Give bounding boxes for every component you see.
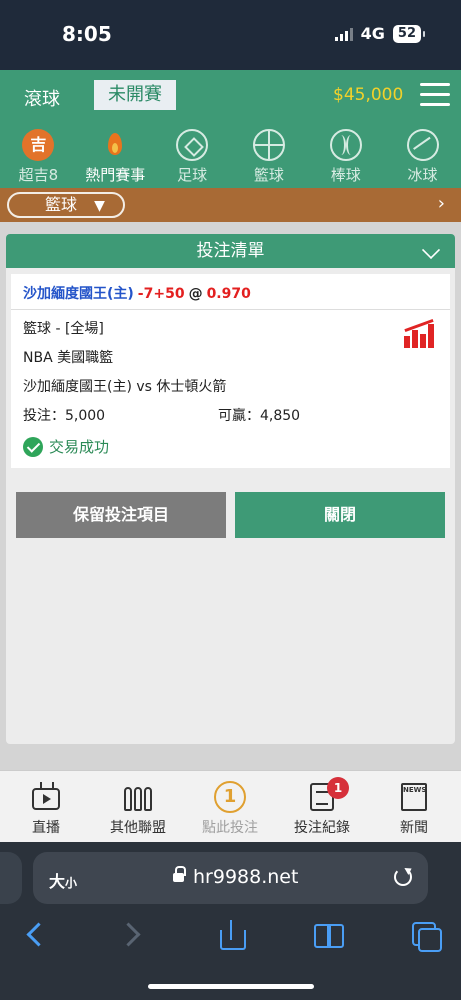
stats-chart-icon[interactable] (404, 320, 436, 348)
selection-at: @ (188, 286, 203, 302)
url-text: hr9988.net (193, 866, 299, 888)
sport-dropdown[interactable]: 籃球 ▼ (7, 192, 125, 218)
nav-place-bet[interactable]: 1 點此投注 (184, 771, 276, 842)
sport-dropdown-value: 籃球 (45, 195, 78, 214)
baseball-icon (329, 129, 362, 161)
bet-selection: 沙加緬度國王(主) -7+50 @0.970 (11, 274, 450, 310)
back-icon[interactable] (26, 920, 42, 950)
chevron-right-icon[interactable]: › (438, 193, 445, 214)
nav-label: 新聞 (400, 820, 428, 836)
forward-icon[interactable] (120, 920, 136, 950)
check-circle-icon (23, 436, 43, 457)
fire-icon (99, 129, 131, 161)
selection-odds: 0.970 (206, 286, 251, 302)
tab-live[interactable]: 滾球 (24, 85, 60, 111)
category-label: 熱門賽事 (85, 166, 146, 184)
signal-icon (334, 27, 353, 41)
nav-bet-records[interactable]: 1 投注紀錄 (276, 771, 368, 842)
bet-count-icon: 1 (214, 781, 246, 813)
reload-icon[interactable] (394, 868, 412, 886)
league-name: NBA 美國職籃 (23, 350, 114, 366)
home-indicator (148, 984, 314, 989)
category-label: 足球 (177, 166, 208, 184)
clock: 8:05 (62, 22, 112, 46)
nav-news[interactable]: NEWS 新聞 (368, 771, 460, 842)
share-icon[interactable] (220, 920, 246, 950)
bet-slip-panel: 投注清單 沙加緬度國王(主) -7+50 @0.970 籃球 - [全場] NBA … (6, 234, 455, 744)
stake-amount: 投注：5,000 (23, 408, 106, 424)
status-text: 交易成功 (49, 438, 110, 456)
notification-badge: 1 (327, 777, 349, 799)
category-hockey[interactable]: 冰球 (384, 122, 461, 188)
bet-details: 籃球 - [全場] NBA 美國職籃 沙加緬度國王(主) vs 休士頓火箭 投注… (11, 310, 450, 468)
account-balance: $45,000 (333, 85, 404, 105)
main-content: 投注清單 沙加緬度國王(主) -7+50 @0.970 籃球 - [全場] NBA … (0, 222, 461, 770)
nav-label: 投注紀錄 (294, 820, 350, 836)
matchup: 沙加緬度國王(主) vs 休士頓火箭 (23, 379, 227, 395)
basketball-icon (252, 129, 285, 161)
soccer-ball-icon (176, 129, 209, 161)
news-icon: NEWS (401, 783, 427, 811)
bet-slip-title: 投注清單 (196, 241, 265, 261)
selection-team: 沙加緬度國王(主) (23, 286, 134, 302)
previous-tab[interactable] (0, 852, 22, 904)
battery-icon: 52 (392, 24, 426, 43)
status-bar: 8:05 4G 52 (0, 0, 461, 70)
menu-icon[interactable] (420, 83, 450, 107)
category-hot-events[interactable]: 熱門賽事 (77, 122, 154, 188)
sport-filter-bar: 籃球 ▼ › (0, 188, 461, 222)
lock-icon (173, 866, 186, 883)
tv-icon (32, 788, 60, 810)
transaction-status: 交易成功 (23, 436, 438, 457)
sport-category-bar: 吉 超吉8 熱門賽事 足球 籃球 棒球 冰球 (0, 122, 461, 188)
browser-toolbar (0, 920, 461, 960)
hockey-puck-icon (400, 122, 445, 168)
nav-live-stream[interactable]: 直播 (0, 771, 92, 842)
chevron-down-icon: ▼ (94, 198, 105, 214)
bottom-nav: 直播 其他聯盟 1 點此投注 1 投注紀錄 NEWS 新聞 (0, 770, 461, 842)
nav-other-leagues[interactable]: 其他聯盟 (92, 771, 184, 842)
text-size-button[interactable]: 大小 (49, 868, 77, 892)
tabs-icon[interactable] (412, 920, 442, 952)
keep-selections-button[interactable]: 保留投注項目 (16, 492, 226, 538)
nav-label: 點此投注 (202, 820, 258, 836)
network-type: 4G (360, 24, 385, 43)
category-label: 籃球 (253, 166, 284, 184)
app-header: 滾球 未開賽 $45,000 (0, 70, 461, 122)
category-label: 冰球 (407, 166, 438, 184)
category-basketball[interactable]: 籃球 (230, 122, 307, 188)
chevron-down-icon[interactable] (421, 240, 441, 260)
category-super-kichi[interactable]: 吉 超吉8 (0, 122, 77, 188)
bet-slip-header[interactable]: 投注清單 (6, 234, 455, 268)
selection-handicap: -7+50 (137, 286, 185, 302)
category-label: 超吉8 (18, 166, 59, 184)
nav-label: 其他聯盟 (110, 820, 166, 836)
tab-prematch[interactable]: 未開賽 (94, 80, 176, 110)
potential-win: 可贏：4,850 (218, 408, 301, 424)
category-label: 棒球 (330, 166, 361, 184)
bookmarks-icon[interactable] (314, 920, 344, 950)
category-baseball[interactable]: 棒球 (307, 122, 384, 188)
leagues-icon (124, 783, 152, 811)
close-button[interactable]: 關閉 (235, 492, 445, 538)
sport-period: 籃球 - [全場] (23, 321, 104, 337)
kichi-badge-icon: 吉 (22, 129, 55, 161)
browser-chrome: 大小 hr9988.net (0, 842, 461, 1000)
address-bar[interactable]: 大小 hr9988.net (33, 852, 428, 904)
category-soccer[interactable]: 足球 (154, 122, 231, 188)
nav-label: 直播 (32, 820, 60, 836)
